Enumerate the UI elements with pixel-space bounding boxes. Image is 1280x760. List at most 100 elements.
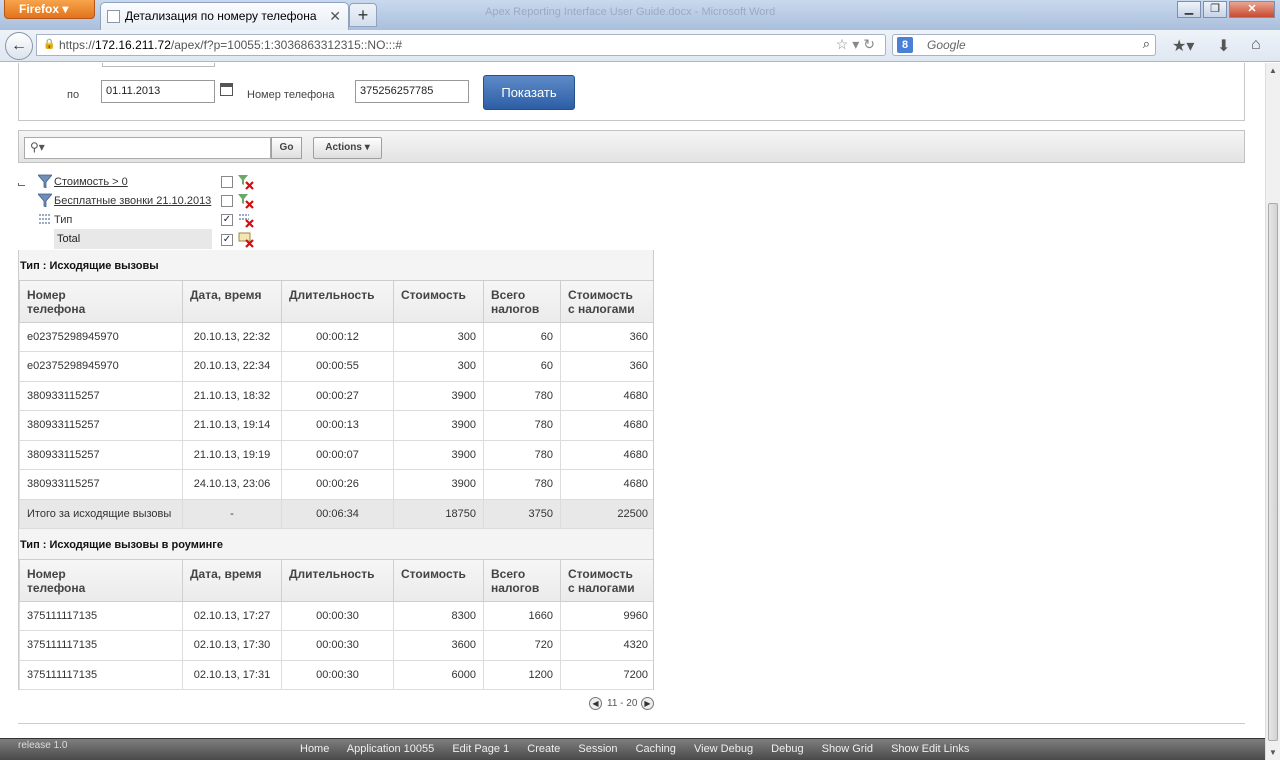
pagination-range: 11 - 20: [607, 698, 638, 709]
filter-icon: [38, 174, 52, 188]
table-cell: 4680: [560, 410, 653, 441]
show-button[interactable]: Показать: [483, 75, 575, 110]
calendar-icon[interactable]: [220, 83, 233, 96]
total-cell: Итого за исходящие вызовы: [19, 498, 183, 529]
google-icon[interactable]: 8: [897, 37, 913, 53]
column-header[interactable]: Дата, время: [182, 281, 282, 323]
page-content: по 01.11.2013 Номер телефона 37525625778…: [0, 63, 1265, 738]
new-tab-button[interactable]: +: [349, 3, 377, 27]
dev-link-show-edit-links[interactable]: Show Edit Links: [891, 743, 969, 755]
table-cell: 375111117135: [19, 659, 183, 690]
dev-link-edit-page[interactable]: Edit Page 1: [452, 743, 509, 755]
report-table: Номер телефона Дата, время Длительность С…: [19, 560, 653, 690]
table-cell: 8300: [393, 600, 484, 631]
search-icon[interactable]: ⚲▾: [30, 140, 45, 154]
filter-checkbox[interactable]: [221, 176, 233, 188]
firefox-menu-button[interactable]: Firefox ▾: [4, 0, 95, 19]
from-date-field[interactable]: [102, 63, 215, 67]
table-cell: 300: [393, 321, 484, 352]
browser-tab[interactable]: Детализация по номеру телефона ✕: [100, 2, 349, 30]
previous-page-icon[interactable]: ◀: [589, 697, 602, 710]
dev-link-create[interactable]: Create: [527, 743, 560, 755]
phone-input[interactable]: 375256257785: [355, 80, 469, 103]
filter-region: по 01.11.2013 Номер телефона 37525625778…: [18, 63, 1245, 121]
column-header[interactable]: Номер телефона: [19, 281, 183, 323]
dev-link-caching[interactable]: Caching: [636, 743, 676, 755]
bookmarks-icon[interactable]: ★▾: [1172, 36, 1194, 56]
filter-icon: [38, 193, 52, 207]
home-icon[interactable]: ⌂: [1251, 36, 1261, 54]
aggregate-total-label: Total: [54, 229, 212, 249]
column-header[interactable]: Всего налогов: [483, 281, 561, 323]
table-row: 375111117135 02.10.13, 17:31 00:00:30 6000 1…: [19, 659, 653, 690]
dev-link-application[interactable]: Application 10055: [347, 743, 434, 755]
column-header[interactable]: Стоимость с налогами: [560, 560, 653, 602]
control-break-checkbox[interactable]: ✓: [221, 214, 233, 226]
column-header[interactable]: Стоимость: [393, 560, 484, 602]
next-page-icon[interactable]: ▶: [641, 697, 654, 710]
filter-free-calls-label[interactable]: Бесплатные звонки 21.10.2013: [54, 195, 211, 207]
window-close-button[interactable]: ✕: [1229, 1, 1275, 18]
remove-aggregate-icon[interactable]: [238, 232, 255, 248]
vertical-scrollbar[interactable]: ▲ ▼: [1265, 63, 1280, 760]
table-cell: 00:00:13: [281, 410, 394, 441]
column-header[interactable]: Длительность: [281, 560, 394, 602]
dev-link-view-debug[interactable]: View Debug: [694, 743, 753, 755]
table-cell: 02.10.13, 17:27: [182, 600, 282, 631]
table-cell: 3600: [393, 630, 484, 661]
bookmark-star-icon[interactable]: ☆▾↻: [836, 36, 879, 53]
filter-row: Бесплатные звонки 21.10.2013: [18, 193, 258, 211]
column-header[interactable]: Длительность: [281, 281, 394, 323]
address-bar[interactable]: 🔒 https://172.16.211.72/apex/f?p=10055:1…: [36, 34, 886, 56]
filter-cost-label[interactable]: Стоимость > 0: [54, 176, 128, 188]
url-text: https://172.16.211.72/apex/f?p=10055:1:3…: [59, 38, 403, 52]
table-cell: 20.10.13, 22:32: [182, 321, 282, 352]
remove-break-icon[interactable]: [238, 212, 255, 228]
table-cell: 00:00:55: [281, 351, 394, 382]
search-icon[interactable]: ⌕: [1143, 36, 1150, 52]
column-header[interactable]: Номер телефона: [19, 560, 183, 602]
download-icon[interactable]: ⬇: [1217, 36, 1230, 56]
developer-toolbar: release 1.0 Home Application 10055 Edit …: [0, 738, 1265, 760]
column-header[interactable]: Всего налогов: [483, 560, 561, 602]
table-cell: 780: [483, 469, 561, 500]
aggregate-checkbox[interactable]: ✓: [221, 234, 233, 246]
group-header: Тип : Исходящие вызовы: [19, 250, 653, 281]
dev-link-show-grid[interactable]: Show Grid: [822, 743, 873, 755]
table-cell: 21.10.13, 19:19: [182, 439, 282, 470]
close-tab-icon[interactable]: ✕: [329, 8, 341, 25]
scroll-down-icon[interactable]: ▼: [1269, 748, 1277, 757]
table-cell: 375111117135: [19, 630, 183, 661]
search-bar[interactable]: 8 Google ⌕: [892, 34, 1156, 56]
table-cell: 00:00:30: [281, 630, 394, 661]
dev-link-debug[interactable]: Debug: [771, 743, 803, 755]
to-date-input[interactable]: 01.11.2013: [101, 80, 215, 103]
table-cell: 21.10.13, 18:32: [182, 380, 282, 411]
column-header[interactable]: Дата, время: [182, 560, 282, 602]
filter-checkbox[interactable]: [221, 195, 233, 207]
table-row: 375111117135 02.10.13, 17:30 00:00:30 3600 7…: [19, 630, 653, 661]
control-break-icon: [39, 214, 51, 224]
report-search-input[interactable]: ⚲▾: [24, 137, 271, 159]
restore-button[interactable]: ❐: [1203, 1, 1227, 18]
dev-link-home[interactable]: Home: [300, 743, 329, 755]
table-cell: 00:00:30: [281, 659, 394, 690]
actions-button[interactable]: Actions ▾: [313, 137, 382, 159]
minimize-button[interactable]: ▁: [1177, 1, 1201, 18]
divider: [18, 723, 1245, 724]
table-cell: 21.10.13, 19:14: [182, 410, 282, 441]
scroll-up-icon[interactable]: ▲: [1269, 66, 1277, 75]
remove-filter-icon[interactable]: [238, 193, 255, 209]
column-header[interactable]: Стоимость с налогами: [560, 281, 653, 323]
remove-filter-icon[interactable]: [238, 174, 255, 190]
dev-link-session[interactable]: Session: [578, 743, 617, 755]
back-button[interactable]: ←: [5, 32, 33, 60]
column-header[interactable]: Стоимость: [393, 281, 484, 323]
table-cell: 4320: [560, 630, 653, 661]
table-cell: 3900: [393, 380, 484, 411]
go-button[interactable]: Go: [271, 137, 302, 159]
page-icon: [107, 10, 120, 23]
scrollbar-thumb[interactable]: [1268, 203, 1278, 741]
group-total-row: Итого за исходящие вызовы -00:06:34 18750 3…: [19, 498, 653, 529]
table-cell: 3900: [393, 410, 484, 441]
